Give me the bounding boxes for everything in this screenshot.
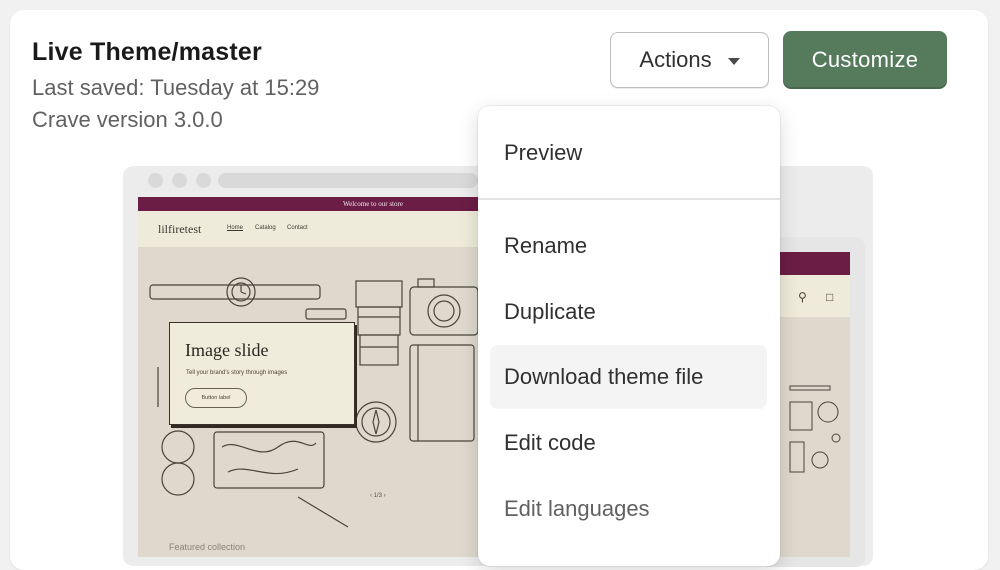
- preview-slide-card: Image slide Tell your brand's story thro…: [169, 322, 355, 425]
- preview-store-name: lilfiretest: [158, 222, 202, 236]
- cart-icon: □: [826, 290, 834, 304]
- address-bar: [218, 173, 478, 188]
- window-dot-icon: [148, 173, 163, 188]
- preview-nav-catalog: Catalog: [255, 225, 276, 231]
- mobile-hero-illustration: [789, 385, 841, 473]
- menu-divider: [478, 198, 780, 200]
- mobile-preview-screenshot: ⚲ □: [770, 252, 850, 557]
- caret-down-icon: [727, 57, 740, 65]
- theme-version-text: Crave version 3.0.0: [32, 107, 223, 132]
- mobile-announcement-bar: [770, 252, 850, 275]
- menu-item-edit-code[interactable]: Edit code: [490, 412, 767, 474]
- menu-item-edit-languages[interactable]: Edit languages: [490, 478, 767, 540]
- actions-button[interactable]: Actions: [610, 32, 769, 88]
- last-saved-text: Last saved: Tuesday at 15:29: [32, 75, 320, 100]
- window-dot-icon: [196, 173, 211, 188]
- window-dot-icon: [172, 173, 187, 188]
- preview-slide-subtext: Tell your brand's story through images: [186, 370, 288, 376]
- customize-button[interactable]: Customize: [783, 31, 947, 89]
- actions-button-label: Actions: [639, 47, 712, 72]
- preview-slide-button: Button label: [185, 388, 247, 408]
- preview-slide-heading: Image slide: [185, 340, 269, 360]
- menu-item-download-theme-file[interactable]: Download theme file: [490, 345, 767, 409]
- search-icon: ⚲: [798, 290, 807, 304]
- actions-dropdown-menu: Preview Rename Duplicate Download theme …: [478, 106, 780, 566]
- preview-nav-home: Home: [227, 225, 244, 231]
- menu-item-duplicate[interactable]: Duplicate: [490, 281, 767, 343]
- preview-nav-contact: Contact: [287, 225, 308, 231]
- preview-featured-label: Featured collection: [169, 542, 246, 552]
- menu-item-preview[interactable]: Preview: [490, 122, 767, 184]
- preview-slide-pager: ‹ 1/3 ›: [370, 493, 386, 499]
- theme-title: Live Theme/master: [32, 38, 262, 66]
- menu-item-rename[interactable]: Rename: [490, 215, 767, 277]
- mobile-header: [770, 275, 850, 317]
